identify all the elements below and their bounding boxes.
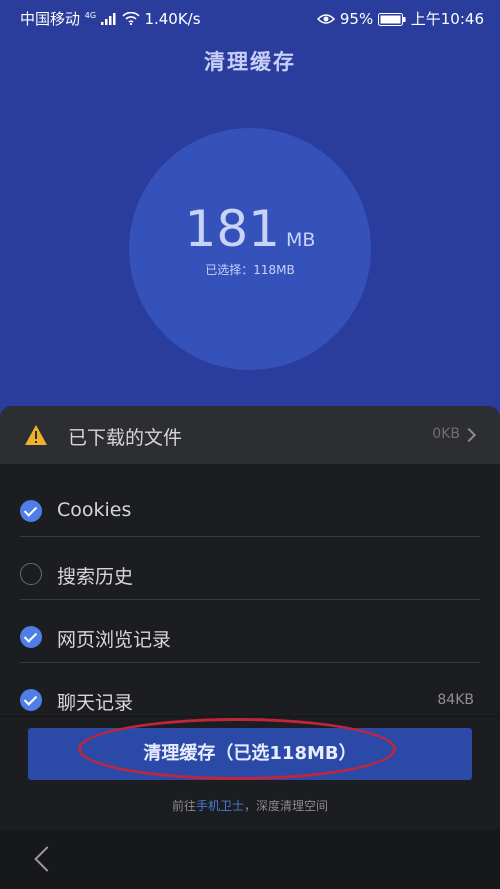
checkbox-checked[interactable] — [20, 626, 42, 648]
downloaded-files-size: 0KB — [432, 426, 460, 442]
status-bar: 中国移动 4G 1.40K/s 95% 上午10:46 — [0, 0, 500, 34]
back-icon[interactable] — [34, 846, 60, 872]
cache-size-circle: 181 MB 已选择：118MB — [129, 128, 371, 370]
clean-cache-button[interactable]: 清理缓存（已选118MB） — [28, 728, 472, 780]
list-item[interactable]: 网页浏览记录 — [0, 606, 500, 669]
checkbox-checked[interactable] — [20, 500, 42, 522]
network-type: 4G — [84, 11, 97, 20]
page-title: 清理缓存 — [204, 50, 296, 74]
divider — [0, 716, 500, 717]
chevron-right-icon — [461, 427, 477, 443]
item-label: Cookies — [57, 499, 132, 521]
battery-percent: 95% — [339, 10, 374, 28]
cache-sheet: 已下载的文件 0KB Cookies 搜索历史 网页浏览记录 聊天记录 84KB — [0, 406, 500, 889]
carrier-name: 中国移动 — [20, 10, 81, 28]
clock: 上午10:46 — [410, 10, 484, 28]
divider — [20, 536, 480, 537]
warning-icon — [25, 425, 47, 445]
list-item[interactable]: 聊天记录 84KB — [0, 669, 500, 732]
signal-icon — [100, 13, 116, 25]
downloaded-files-label: 已下载的文件 — [68, 427, 183, 449]
cache-total: 181 MB — [129, 200, 371, 258]
item-label: 搜索历史 — [57, 566, 134, 588]
cache-total-number: 181 — [184, 200, 280, 258]
phone-manager-link[interactable]: 手机卫士 — [196, 799, 244, 813]
wifi-icon — [122, 11, 140, 26]
selected-size: 已选择：118MB — [205, 263, 295, 277]
footer-prefix: 前往 — [171, 799, 196, 813]
item-label: 网页浏览记录 — [57, 629, 172, 651]
divider — [20, 599, 480, 600]
battery-icon — [377, 13, 406, 26]
cache-total-unit: MB — [286, 229, 316, 251]
divider — [20, 662, 480, 663]
list-item[interactable]: Cookies — [0, 480, 500, 543]
checkbox-unchecked[interactable] — [20, 563, 42, 585]
eye-icon — [317, 14, 336, 24]
header-area: 中国移动 4G 1.40K/s 95% 上午10:46 清理缓存 181 MB … — [0, 0, 500, 430]
item-size: 84KB — [437, 692, 474, 708]
status-left: 中国移动 4G 1.40K/s — [20, 8, 201, 29]
status-right: 95% 上午10:46 — [317, 8, 484, 29]
item-label: 聊天记录 — [57, 692, 134, 714]
downloaded-files-row[interactable]: 已下载的文件 0KB — [0, 406, 500, 464]
checkbox-checked[interactable] — [20, 689, 42, 711]
bottom-nav — [0, 830, 500, 889]
list-item[interactable]: 搜索历史 — [0, 543, 500, 606]
footer-suffix: ，深度清理空间 — [244, 799, 329, 813]
footer-hint: 前往手机卫士，深度清理空间 — [0, 797, 500, 814]
network-speed: 1.40K/s — [144, 10, 201, 28]
